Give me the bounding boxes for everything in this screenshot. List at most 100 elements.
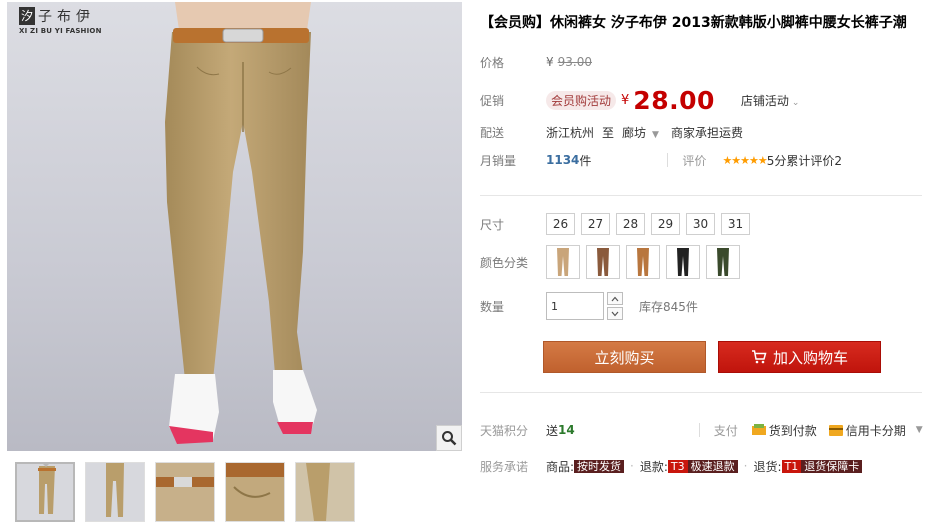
add-to-cart-button[interactable]: 加入购物车 — [718, 341, 881, 373]
pants-swatch-icon — [557, 248, 569, 276]
thumbnail-image — [226, 463, 284, 521]
promo-price-currency: ¥ — [621, 92, 630, 108]
chevron-down-icon: ⌄ — [791, 97, 800, 108]
color-row: 颜色分类 — [480, 244, 930, 280]
shipping-label: 配送 — [480, 125, 505, 140]
monthly-sales-unit: 件 — [579, 153, 592, 168]
color-option[interactable] — [666, 245, 700, 279]
monthly-sales-label: 月销量 — [480, 153, 517, 168]
color-label: 颜色分类 — [480, 255, 529, 270]
size-option[interactable]: 28 — [616, 213, 645, 235]
shop-promo-label: 店铺活动 — [740, 93, 789, 108]
color-option[interactable] — [626, 245, 660, 279]
color-options — [546, 245, 740, 279]
thumbnail-strip — [7, 458, 467, 527]
service-item-goods[interactable]: 商品: 按时发货 — [546, 458, 625, 475]
divider — [698, 423, 700, 437]
cart-icon — [751, 350, 767, 364]
ship-to-city: 廊坊 — [622, 125, 647, 140]
thumbnail-4[interactable] — [225, 462, 285, 522]
service-prefix: 退货: — [753, 459, 782, 474]
payment-label: 支付 — [713, 423, 738, 438]
review-label: 评价 — [682, 153, 707, 168]
shipping-row: 配送 浙江杭州 至 廊坊 ▼ 商家承担运费 — [480, 120, 930, 144]
size-option[interactable]: 31 — [721, 213, 750, 235]
size-row: 尺寸 26 27 28 29 30 31 — [480, 212, 930, 236]
promo-price: 28.00 — [633, 85, 715, 115]
points-value: 14 — [558, 423, 575, 437]
quantity-row: 数量 库存845件 — [480, 290, 930, 322]
chevron-up-icon — [611, 296, 619, 301]
buy-now-button[interactable]: 立刻购买 — [543, 341, 706, 373]
thumbnail-1[interactable] — [15, 462, 75, 522]
product-detail-panel: 【会员购】休闲裤女 汐子布伊 2013新款韩版小脚裤中腰女长裤子潮 价格 ¥ 9… — [480, 0, 930, 527]
sales-row: 月销量 1134 件 评价 ★★★★★ 5分 累计评价2 — [480, 148, 930, 172]
color-option[interactable] — [546, 245, 580, 279]
thumbnail-image — [17, 464, 73, 520]
main-product-image[interactable]: 汐 子布伊 XI ZI BU YI FASHION — [7, 2, 462, 451]
ship-to-word: 至 — [602, 125, 615, 140]
service-item-return[interactable]: 退货: T1 退货保障卡 — [753, 458, 863, 475]
quantity-stepper — [607, 292, 623, 320]
section-divider — [480, 195, 922, 196]
thumbnail-image — [86, 463, 144, 521]
thumbnail-3[interactable] — [155, 462, 215, 522]
chevron-down-icon — [611, 311, 619, 316]
service-tag: 极速退款 — [687, 459, 738, 473]
rating-score: 5分 — [766, 153, 787, 168]
magnifier-icon — [442, 431, 457, 446]
credit-installment-label: 信用卡分期 — [845, 423, 906, 438]
color-option[interactable] — [706, 245, 740, 279]
stock-count: 库存845件 — [639, 299, 698, 314]
shop-promo-dropdown[interactable]: 店铺活动 ⌄ — [741, 92, 800, 109]
thumbnail-image — [296, 463, 354, 521]
size-option[interactable]: 30 — [686, 213, 715, 235]
separator: · — [630, 459, 634, 473]
original-price-row: 价格 ¥ 93.00 — [480, 50, 930, 74]
ship-from: 浙江杭州 — [546, 125, 595, 140]
monthly-sales-count: 1134 — [546, 153, 580, 167]
quantity-input[interactable] — [546, 292, 604, 320]
quantity-decrease-button[interactable] — [607, 307, 623, 320]
service-prefix: 商品: — [546, 459, 575, 474]
product-title: 【会员购】休闲裤女 汐子布伊 2013新款韩版小脚裤中腰女长裤子潮 — [480, 15, 907, 31]
points-row: 天猫积分 送 14 支付 货到付款 信用卡分期 ▼ — [480, 418, 930, 442]
size-options: 26 27 28 29 30 31 — [546, 213, 750, 235]
zoom-button[interactable] — [436, 425, 462, 451]
original-price-currency: ¥ — [546, 55, 554, 69]
tmall-points-label: 天猫积分 — [480, 423, 529, 438]
caret-down-icon[interactable]: ▼ — [916, 425, 923, 435]
thumbnail-image — [156, 463, 214, 521]
caret-down-icon: ▼ — [652, 129, 659, 140]
service-tag: 按时发货 — [574, 459, 625, 473]
member-promo-badge: 会员购活动 — [546, 90, 617, 110]
thumbnail-2[interactable] — [85, 462, 145, 522]
product-photo — [165, 2, 317, 444]
size-option[interactable]: 26 — [546, 213, 575, 235]
shipping-fee: 商家承担运费 — [670, 125, 743, 140]
cash-on-delivery-label: 货到付款 — [768, 423, 817, 438]
total-reviews-label: 累计评价 — [786, 153, 835, 168]
service-code: T1 — [781, 459, 802, 473]
thumbnail-5[interactable] — [295, 462, 355, 522]
pants-swatch-icon — [597, 248, 609, 276]
quantity-increase-button[interactable] — [607, 292, 623, 305]
quantity-label: 数量 — [480, 299, 505, 314]
ship-to-selector[interactable]: 廊坊 ▼ — [622, 124, 659, 141]
original-price: 93.00 — [557, 55, 592, 69]
size-option[interactable]: 29 — [651, 213, 680, 235]
price-label: 价格 — [480, 55, 505, 70]
service-tag: 退货保障卡 — [801, 459, 863, 473]
rating-stars-icon: ★★★★★ — [722, 153, 767, 167]
color-option[interactable] — [586, 245, 620, 279]
service-item-refund[interactable]: 退款: T3 极速退款 — [640, 458, 738, 475]
size-label: 尺寸 — [480, 217, 505, 232]
cash-on-delivery-icon — [751, 424, 766, 435]
credit-card-icon — [828, 424, 843, 436]
total-reviews-link[interactable]: 累计评价2 — [786, 152, 842, 169]
size-option[interactable]: 27 — [581, 213, 610, 235]
pants-swatch-icon — [637, 248, 649, 276]
section-divider — [480, 392, 922, 393]
service-label: 服务承诺 — [480, 459, 529, 474]
service-row: 服务承诺 商品: 按时发货 · 退款: T3 极速退款 · 退货: T1 退货保障卡 — [480, 454, 930, 478]
